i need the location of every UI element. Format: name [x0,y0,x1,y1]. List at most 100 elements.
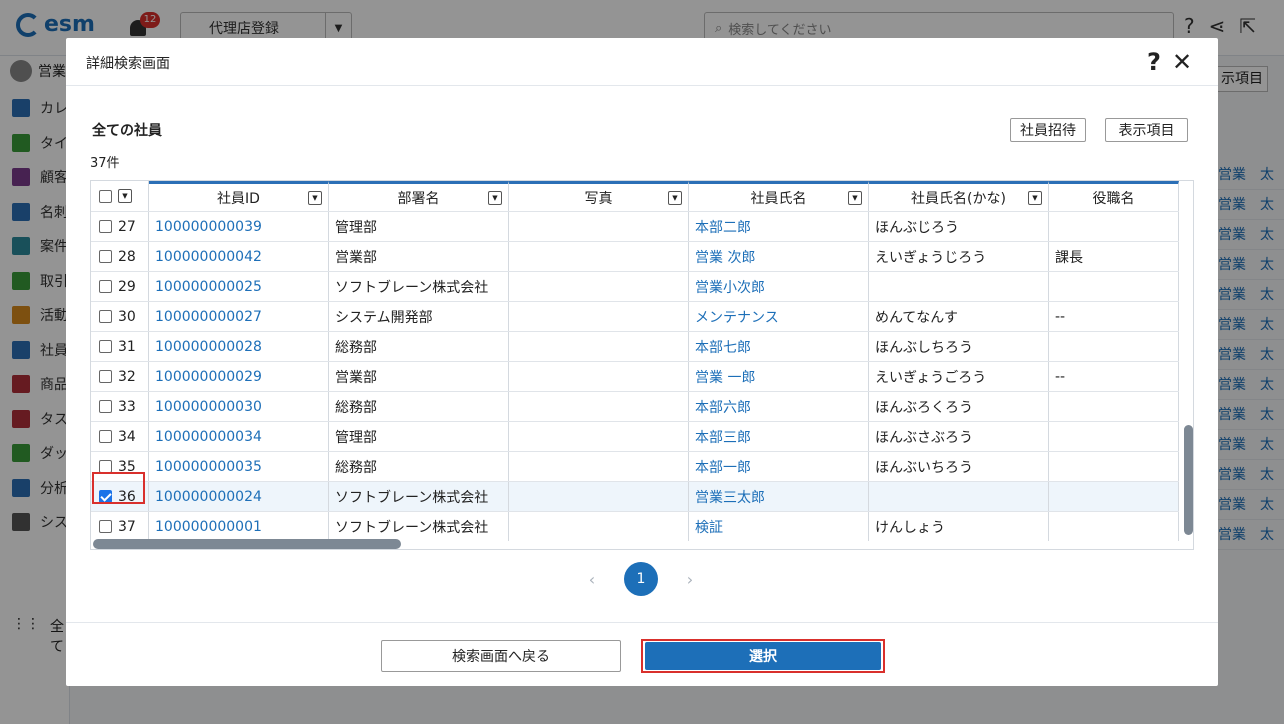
chevron-down-icon[interactable]: ▼ [118,189,132,203]
column-header-2[interactable]: 写真 ▼ [509,181,689,211]
cell-id[interactable]: 100000000030 [149,392,329,421]
column-menu-icon[interactable]: ▼ [668,191,682,205]
cell-title [1049,512,1179,541]
row-select-cell: 27 [91,212,149,241]
row-checkbox[interactable] [99,370,112,383]
table-row[interactable]: 30 100000000027 システム開発部 メンテナンス めんてなんす -- [91,301,1179,331]
cell-kana: ほんぶさぶろう [869,422,1049,451]
prev-page-icon[interactable]: ‹ [586,570,598,589]
cell-name[interactable]: 本部二郎 [689,212,869,241]
select-all-checkbox[interactable] [99,189,112,203]
cell-id[interactable]: 100000000024 [149,482,329,511]
table-row[interactable]: 37 100000000001 ソフトブレーン株式会社 検証 けんしょう [91,511,1179,541]
cell-photo [509,362,689,391]
cell-name[interactable]: 営業小次郎 [689,272,869,301]
help-icon[interactable]: ? [1142,48,1166,76]
row-checkbox[interactable] [99,280,112,293]
table-row[interactable]: 32 100000000029 営業部 営業 一郎 えいぎょうごろう -- [91,361,1179,391]
cell-name[interactable]: 本部三郎 [689,422,869,451]
cell-name[interactable]: 本部一郎 [689,452,869,481]
display-items-button[interactable]: 表示項目 [1105,118,1188,142]
cell-dept: 営業部 [329,362,509,391]
cell-title: -- [1049,362,1179,391]
cell-name[interactable]: 営業三太郎 [689,482,869,511]
cell-id[interactable]: 100000000001 [149,512,329,541]
table-row[interactable]: 31 100000000028 総務部 本部七郎 ほんぶしちろう [91,331,1179,361]
cell-id[interactable]: 100000000042 [149,242,329,271]
cell-kana: えいぎょうじろう [869,242,1049,271]
cell-dept: ソフトブレーン株式会社 [329,482,509,511]
cell-id[interactable]: 100000000025 [149,272,329,301]
row-select-cell: 31 [91,332,149,361]
horizontal-scroll-thumb[interactable] [93,539,401,549]
column-menu-icon[interactable]: ▼ [308,191,322,205]
row-checkbox[interactable] [99,340,112,353]
column-header-3[interactable]: 社員氏名 ▼ [689,181,869,211]
next-page-icon[interactable]: › [684,570,696,589]
row-checkbox[interactable] [99,250,112,263]
row-checkbox[interactable] [99,310,112,323]
cell-name[interactable]: 本部六郎 [689,392,869,421]
table-row[interactable]: 36 100000000024 ソフトブレーン株式会社 営業三太郎 [91,481,1179,511]
cell-id[interactable]: 100000000035 [149,452,329,481]
cell-title [1049,332,1179,361]
table-row[interactable]: 28 100000000042 営業部 営業 次郎 えいぎょうじろう 課長 [91,241,1179,271]
column-header-0[interactable]: 社員ID ▼ [149,181,329,211]
cell-id[interactable]: 100000000029 [149,362,329,391]
row-number: 37 [118,518,136,535]
column-menu-icon[interactable]: ▼ [488,191,502,205]
row-checkbox[interactable] [99,520,112,533]
dialog-footer: 検索画面へ戻る 選択 [66,622,1218,686]
column-header-label: 社員ID [217,190,260,207]
cell-id[interactable]: 100000000039 [149,212,329,241]
cell-dept: 管理部 [329,422,509,451]
row-number: 30 [118,308,136,325]
cell-name[interactable]: 本部七郎 [689,332,869,361]
cell-kana [869,482,1049,511]
column-menu-icon[interactable]: ▼ [848,191,862,205]
cell-dept: ソフトブレーン株式会社 [329,512,509,541]
row-checkbox[interactable] [99,400,112,413]
cell-photo [509,452,689,481]
table-row[interactable]: 27 100000000039 管理部 本部二郎 ほんぶじろう [91,211,1179,241]
row-select-cell: 37 [91,512,149,541]
back-to-search-button[interactable]: 検索画面へ戻る [381,640,621,672]
column-header-label: 写真 [584,190,613,207]
row-checkbox[interactable] [99,220,112,233]
cell-name[interactable]: メンテナンス [689,302,869,331]
vertical-scroll-thumb[interactable] [1184,425,1193,535]
cell-kana: えいぎょうごろう [869,362,1049,391]
cell-dept: 総務部 [329,332,509,361]
row-number: 29 [118,278,136,295]
row-select-cell: 34 [91,422,149,451]
cell-id[interactable]: 100000000034 [149,422,329,451]
table-row[interactable]: 34 100000000034 管理部 本部三郎 ほんぶさぶろう [91,421,1179,451]
column-header-1[interactable]: 部署名 ▼ [329,181,509,211]
row-checkbox[interactable] [99,430,112,443]
column-menu-icon[interactable]: ▼ [1028,191,1042,205]
cell-title [1049,272,1179,301]
cell-name[interactable]: 営業 次郎 [689,242,869,271]
column-header-4[interactable]: 社員氏名(かな) ▼ [869,181,1049,211]
cell-dept: ソフトブレーン株式会社 [329,272,509,301]
column-header-label: 部署名 [397,190,440,207]
cell-kana: めんてなんす [869,302,1049,331]
close-icon[interactable]: ✕ [1170,48,1194,76]
table-row[interactable]: 33 100000000030 総務部 本部六郎 ほんぶろくろう [91,391,1179,421]
column-header-5[interactable]: 役職名 [1049,181,1179,211]
cell-kana: ほんぶしちろう [869,332,1049,361]
cell-title [1049,212,1179,241]
cell-dept: 営業部 [329,242,509,271]
row-number: 33 [118,398,136,415]
invite-employee-button[interactable]: 社員招待 [1010,118,1086,142]
cell-name[interactable]: 検証 [689,512,869,541]
table-row[interactable]: 29 100000000025 ソフトブレーン株式会社 営業小次郎 [91,271,1179,301]
cell-name[interactable]: 営業 一郎 [689,362,869,391]
page-number-current[interactable]: 1 [624,562,658,596]
row-select-cell: 33 [91,392,149,421]
cell-id[interactable]: 100000000027 [149,302,329,331]
cell-id[interactable]: 100000000028 [149,332,329,361]
select-button[interactable]: 選択 [645,642,881,670]
cell-dept: 総務部 [329,452,509,481]
table-row[interactable]: 35 100000000035 総務部 本部一郎 ほんぶいちろう [91,451,1179,481]
